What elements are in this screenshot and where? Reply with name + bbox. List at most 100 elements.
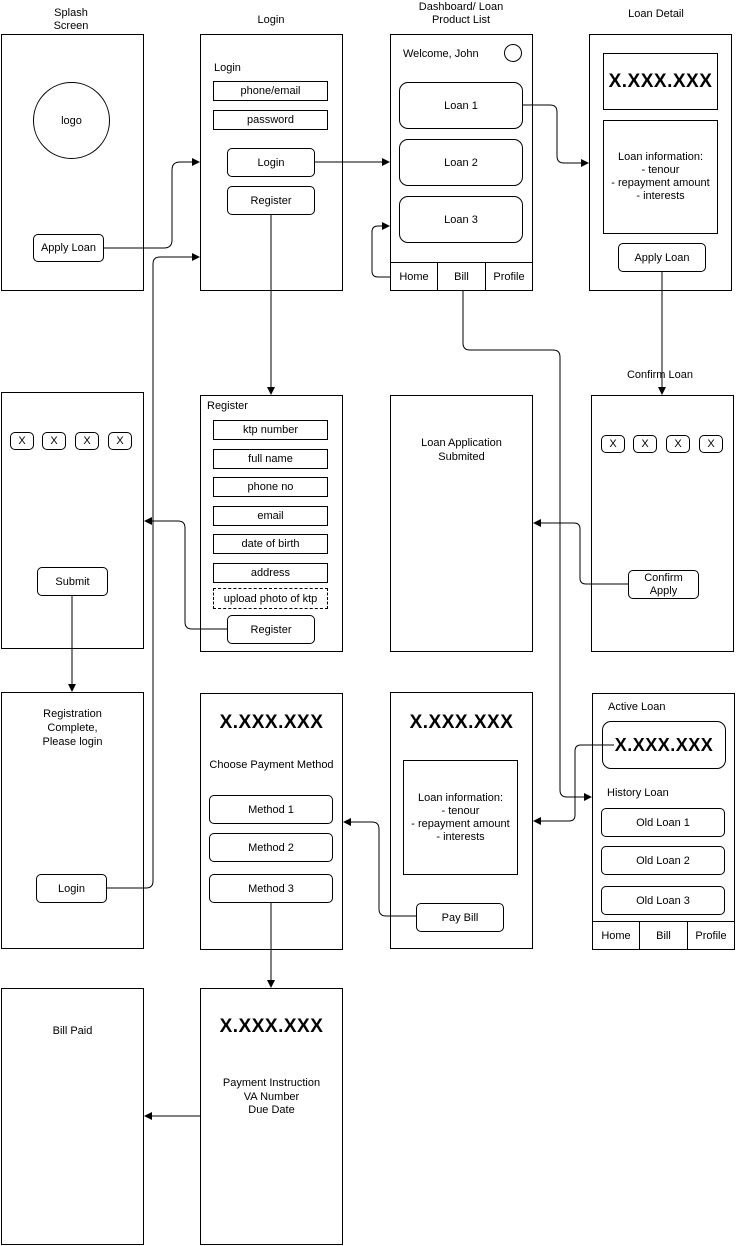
logo-label: logo (61, 114, 82, 127)
loan-info-text: Loan information: - tenour - repayment a… (611, 151, 710, 202)
old-loan-label: Old Loan 1 (636, 816, 690, 829)
nav-home[interactable]: Home (390, 262, 438, 291)
old-loan-label: Old Loan 2 (636, 854, 690, 867)
loan-amount-text: X.XXX.XXX (608, 70, 713, 92)
pay-bill-label: Pay Bill (441, 911, 479, 924)
loan-info-panel: Loan information: - tenour - repayment a… (603, 120, 718, 234)
date-of-birth-field[interactable]: date of birth (213, 534, 328, 554)
loan-card-label: Loan 1 (444, 99, 478, 112)
email-field[interactable]: email (213, 506, 328, 526)
old-loan-2[interactable]: Old Loan 2 (601, 846, 725, 875)
nav-bill[interactable]: Bill (437, 262, 486, 291)
pin-digit-text: X (609, 438, 617, 450)
upload-label: upload photo of ktp (223, 592, 318, 605)
register-nav-button[interactable]: Register (227, 186, 315, 215)
splash-apply-loan-button[interactable]: Apply Loan (33, 234, 104, 262)
nav-bill-label: Bill (656, 929, 671, 942)
login-heading: Login (214, 62, 241, 74)
submit-label: Submit (55, 575, 90, 588)
old-loan-3[interactable]: Old Loan 3 (601, 886, 725, 915)
method-1-button[interactable]: Method 1 (209, 795, 333, 824)
bill-paid-text: Bill Paid (52, 1025, 93, 1037)
payment-amount-text: X.XXX.XXX (219, 712, 324, 733)
nav-home-label: Home (399, 270, 429, 283)
avatar[interactable] (504, 44, 522, 62)
payment-amount: X.XXX.XXX (200, 708, 343, 738)
pin-digit[interactable]: X (633, 435, 657, 453)
title-login: Login (257, 14, 285, 26)
loan-card-2[interactable]: Loan 2 (399, 139, 523, 186)
otp-digit-text: X (18, 435, 26, 447)
bill-amount: X.XXX.XXX (390, 708, 533, 738)
password-field[interactable]: password (213, 110, 328, 130)
otp-digit[interactable]: X (108, 432, 132, 450)
register-nav-label: Register (250, 194, 292, 207)
pin-digit-text: X (707, 438, 715, 450)
loan-card-1[interactable]: Loan 1 (399, 82, 523, 129)
register-button[interactable]: Register (227, 615, 315, 644)
address-field[interactable]: address (213, 563, 328, 583)
old-loan-1[interactable]: Old Loan 1 (601, 808, 725, 837)
field-label: date of birth (241, 538, 300, 550)
connector (371, 222, 390, 278)
history-loan-heading: History Loan (607, 787, 669, 799)
register-heading: Register (207, 400, 248, 412)
field-label: phone no (247, 481, 294, 493)
field-label: address (250, 567, 291, 579)
payment-instruction-text: Payment Instruction VA Number Due Date (222, 1077, 321, 1116)
nav-bill[interactable]: Bill (639, 921, 688, 950)
bill-info-text: Loan information: - tenour - repayment a… (411, 791, 510, 843)
confirm-apply-label: Confirm Apply (644, 571, 683, 597)
pin-digit[interactable]: X (601, 435, 625, 453)
confirm-apply-button[interactable]: Confirm Apply (628, 570, 699, 599)
method-label: Method 3 (248, 882, 294, 895)
upload-ktp-photo[interactable]: upload photo of ktp (213, 588, 328, 609)
old-loan-label: Old Loan 3 (636, 894, 690, 907)
ktp-number-field[interactable]: ktp number (213, 420, 328, 440)
otp-digit-text: X (50, 435, 58, 447)
loan-card-label: Loan 3 (444, 213, 478, 226)
phone-email-field[interactable]: phone/email (213, 81, 328, 101)
nav-home[interactable]: Home (592, 921, 640, 950)
otp-digit[interactable]: X (10, 432, 34, 450)
method-label: Method 2 (248, 841, 294, 854)
pay-bill-button[interactable]: Pay Bill (416, 903, 504, 932)
nav-profile[interactable]: Profile (485, 262, 533, 291)
method-2-button[interactable]: Method 2 (209, 833, 333, 862)
registration-complete-text: Registration Complete, Please login (42, 708, 103, 748)
otp-digit[interactable]: X (42, 432, 66, 450)
confirm-loan-screen (591, 395, 734, 652)
login-button[interactable]: Login (227, 148, 315, 177)
pin-digit-text: X (674, 438, 682, 450)
title-splash: Splash Screen (53, 7, 89, 32)
pin-digit[interactable]: X (699, 435, 723, 453)
field-label: email (257, 510, 284, 522)
complete-login-label: Login (58, 882, 85, 895)
logo: logo (33, 82, 110, 159)
bill-info-panel: Loan information: - tenour - repayment a… (403, 760, 518, 875)
phone-no-field[interactable]: phone no (213, 477, 328, 497)
submitted-text: Loan Application Submited (421, 437, 502, 463)
apply-loan-button[interactable]: Apply Loan (618, 243, 706, 272)
otp-digit-text: X (116, 435, 124, 447)
full-name-field[interactable]: full name (213, 449, 328, 469)
pin-digit[interactable]: X (666, 435, 690, 453)
submit-button[interactable]: Submit (37, 567, 108, 596)
active-loan-card[interactable]: X.XXX.XXX (602, 721, 726, 769)
method-3-button[interactable]: Method 3 (209, 874, 333, 903)
apply-loan-label: Apply Loan (634, 251, 690, 264)
nav-profile[interactable]: Profile (687, 921, 735, 950)
complete-login-button[interactable]: Login (36, 874, 107, 903)
phone-email-placeholder: phone/email (240, 85, 301, 97)
field-label: full name (248, 453, 293, 465)
instruction-amount: X.XXX.XXX (200, 1012, 343, 1042)
password-placeholder: password (246, 114, 295, 126)
otp-digit[interactable]: X (75, 432, 99, 450)
loan-card-3[interactable]: Loan 3 (399, 196, 523, 243)
login-button-label: Login (257, 156, 285, 169)
title-dashboard: Dashboard/ Loan Product List (418, 1, 504, 26)
bill-amount-text: X.XXX.XXX (409, 712, 514, 733)
payment-method-heading: Choose Payment Method (209, 759, 334, 771)
nav-bill-label: Bill (454, 270, 469, 283)
otp-register-screen (1, 392, 144, 649)
